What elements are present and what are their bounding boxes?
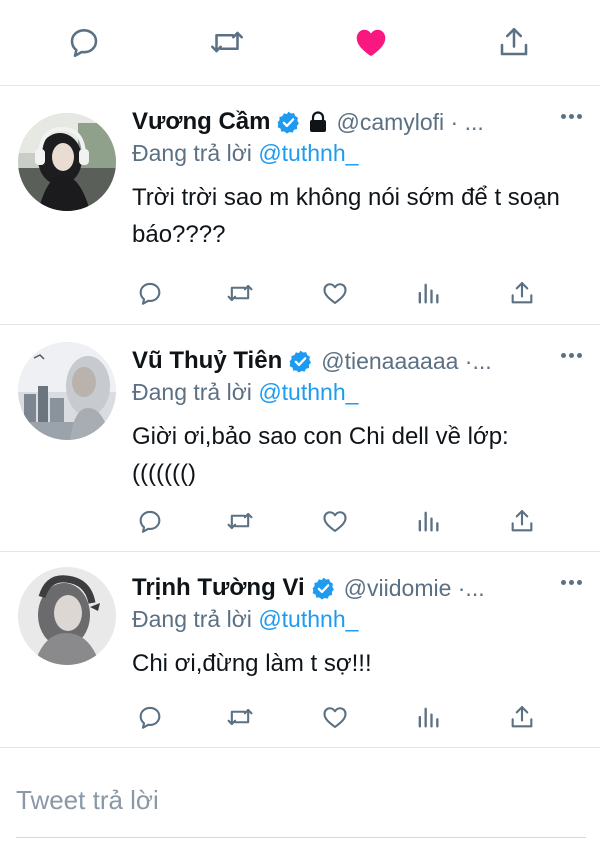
like-button[interactable] xyxy=(351,22,391,62)
more-options-button[interactable] xyxy=(556,567,586,597)
heart-icon xyxy=(323,511,347,532)
more-options-button[interactable] xyxy=(556,340,586,370)
reply-tweet[interactable]: Vương Cầm @camylofi · ... Đang trả lời @… xyxy=(0,87,600,325)
like-button[interactable] xyxy=(317,503,353,539)
share-button[interactable] xyxy=(494,22,534,62)
replying-to-line: Đang trả lời @tuthnh_ xyxy=(132,606,358,633)
replying-to-line: Đang trả lời @tuthnh_ xyxy=(132,379,358,406)
avatar[interactable] xyxy=(18,113,116,211)
share-icon xyxy=(500,27,528,56)
share-button[interactable] xyxy=(504,699,540,735)
retweet-icon xyxy=(227,284,253,302)
user-handle[interactable]: @tienaaaaaa ·... xyxy=(321,348,491,375)
reply-composer xyxy=(16,768,586,838)
analytics-icon xyxy=(418,283,439,304)
reply-button[interactable] xyxy=(132,503,168,539)
replying-to-line: Đang trả lời @tuthnh_ xyxy=(132,140,358,167)
reply-action-bar xyxy=(132,275,560,311)
replying-label: Đang trả lời xyxy=(132,140,259,166)
analytics-button[interactable] xyxy=(410,275,446,311)
share-icon xyxy=(511,510,533,532)
reply-header: Trịnh Tường Vi @viidomie ·... xyxy=(132,571,586,605)
reply-header: Vũ Thuỷ Tiên @tienaaaaaa ·... xyxy=(132,344,586,378)
user-handle[interactable]: @viidomie ·... xyxy=(344,575,485,602)
more-dots-icon xyxy=(560,113,566,119)
replying-label: Đang trả lời xyxy=(132,379,259,405)
more-dots-icon xyxy=(560,579,566,585)
reply-icon xyxy=(70,29,98,58)
reply-text: Giời ơi,bảo sao con Chi dell về lớp: (((… xyxy=(132,423,509,487)
tweet-action-bar xyxy=(0,0,600,86)
reply-text: Trời trời sao m không nói sớm để t soạn … xyxy=(132,184,560,248)
user-handle[interactable]: @camylofi · ... xyxy=(336,109,483,136)
share-icon xyxy=(511,706,533,728)
reply-button[interactable] xyxy=(132,275,168,311)
reply-button[interactable] xyxy=(64,22,104,62)
reply-tweet[interactable]: Trịnh Tường Vi @viidomie ·... Đang trả l… xyxy=(0,553,600,748)
avatar[interactable] xyxy=(18,567,116,665)
heart-icon xyxy=(323,707,347,728)
analytics-button[interactable] xyxy=(410,699,446,735)
heart-filled-icon xyxy=(356,29,386,56)
lock-icon xyxy=(310,111,327,132)
reply-icon xyxy=(139,706,161,729)
avatar[interactable] xyxy=(18,342,116,440)
display-name[interactable]: Vương Cầm xyxy=(132,108,270,136)
retweet-icon xyxy=(227,708,253,726)
more-options-button[interactable] xyxy=(556,101,586,131)
reply-icon xyxy=(139,510,161,533)
analytics-icon xyxy=(418,511,439,532)
like-button[interactable] xyxy=(317,275,353,311)
analytics-button[interactable] xyxy=(410,503,446,539)
retweet-icon xyxy=(227,512,253,530)
retweet-button[interactable] xyxy=(222,503,258,539)
retweet-button[interactable] xyxy=(222,699,258,735)
avatar-image xyxy=(18,342,116,440)
avatar-image xyxy=(18,113,116,211)
verified-badge-icon xyxy=(289,350,312,372)
share-icon xyxy=(511,282,533,304)
replying-label: Đang trả lời xyxy=(132,606,259,632)
like-button[interactable] xyxy=(317,699,353,735)
reply-text: Chi ơi,đừng làm t sợ!!! xyxy=(132,650,372,677)
retweet-button[interactable] xyxy=(222,275,258,311)
mention-link[interactable]: @tuthnh_ xyxy=(258,140,358,166)
avatar-image xyxy=(18,567,116,665)
analytics-icon xyxy=(418,707,439,728)
reply-header: Vương Cầm @camylofi · ... xyxy=(132,105,586,139)
mention-link[interactable]: @tuthnh_ xyxy=(258,379,358,405)
verified-badge-icon xyxy=(312,577,334,599)
reply-input[interactable] xyxy=(16,776,576,824)
retweet-icon xyxy=(211,31,243,53)
share-button[interactable] xyxy=(504,275,540,311)
reply-icon xyxy=(139,282,161,305)
more-dots-icon xyxy=(560,352,566,358)
reply-action-bar xyxy=(132,503,560,539)
reply-button[interactable] xyxy=(132,699,168,735)
reply-tweet[interactable]: Vũ Thuỷ Tiên @tienaaaaaa ·... Đang trả l… xyxy=(0,326,600,552)
reply-action-bar xyxy=(132,699,560,735)
display-name[interactable]: Trịnh Tường Vi xyxy=(132,574,305,602)
mention-link[interactable]: @tuthnh_ xyxy=(258,606,358,632)
verified-badge-icon xyxy=(278,111,300,133)
display-name[interactable]: Vũ Thuỷ Tiên xyxy=(132,347,282,375)
share-button[interactable] xyxy=(504,503,540,539)
retweet-button[interactable] xyxy=(207,22,247,62)
heart-icon xyxy=(323,283,347,304)
